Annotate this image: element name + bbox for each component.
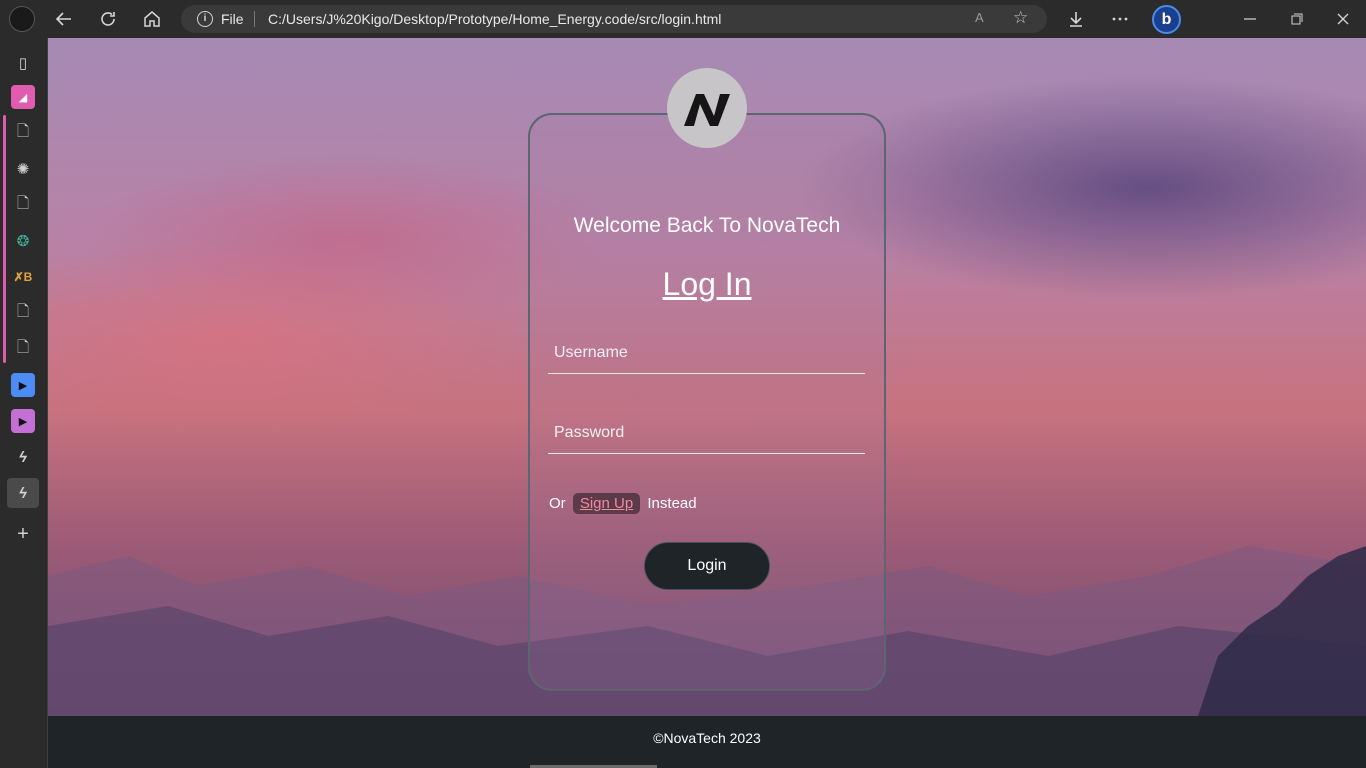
info-icon[interactable]: i xyxy=(197,11,213,27)
page-footer: ©NovaTech 2023 xyxy=(48,716,1366,768)
signup-link[interactable]: Sign Up xyxy=(572,493,641,514)
address-bar[interactable]: i File C:/Users/J%20Kigo/Desktop/Prototy… xyxy=(181,5,1047,33)
tab-brain-icon[interactable]: ✺ xyxy=(11,157,35,181)
tab-actions-icon[interactable]: ▯ xyxy=(11,51,35,75)
login-page: Welcome Back To NovaTech Log In Or Sign … xyxy=(48,38,1366,768)
url-text[interactable]: C:/Users/J%20Kigo/Desktop/Prototype/Home… xyxy=(268,11,721,27)
username-input[interactable] xyxy=(548,332,865,374)
login-button[interactable]: Login xyxy=(644,542,770,590)
tab-chatgpt-icon[interactable]: ❂ xyxy=(11,229,35,253)
signup-prompt: Or Sign Up Instead xyxy=(549,493,697,514)
welcome-heading: Welcome Back To NovaTech xyxy=(573,214,841,237)
tab-novatech-active-icon[interactable]: ϟ xyxy=(7,478,39,508)
novatech-logo xyxy=(667,68,747,148)
browser-toolbar: i File C:/Users/J%20Kigo/Desktop/Prototy… xyxy=(0,0,1366,38)
tab-play-icon[interactable]: ▶ xyxy=(11,373,35,397)
address-divider xyxy=(254,11,255,27)
close-icon[interactable] xyxy=(1329,5,1357,33)
tab-app-icon[interactable]: ✗B xyxy=(11,265,35,289)
password-input[interactable] xyxy=(548,412,865,454)
instead-text: Instead xyxy=(647,495,697,512)
restore-icon[interactable] xyxy=(1283,5,1311,33)
tab-document-icon[interactable]: 🗋 xyxy=(11,121,35,145)
minimize-icon[interactable] xyxy=(1236,5,1264,33)
tab-play-icon[interactable]: ▶ xyxy=(11,409,35,433)
new-tab-plus-icon[interactable]: + xyxy=(11,522,35,546)
read-aloud-icon[interactable]: A xyxy=(975,10,984,25)
downloads-icon[interactable] xyxy=(1062,5,1090,33)
more-options-icon[interactable] xyxy=(1106,5,1134,33)
login-title: Log In xyxy=(662,266,752,302)
tab-document-error-icon[interactable]: 🗋 xyxy=(11,301,35,325)
home-icon[interactable] xyxy=(138,5,166,33)
refresh-icon[interactable] xyxy=(94,5,122,33)
tab-group-icon[interactable]: ◢ xyxy=(11,85,35,109)
vertical-tabs-sidebar: ▯ ◢ 🗋 ✺ 🗋 ❂ ✗B 🗋 🗋 ▶ ▶ ϟ ϟ + xyxy=(0,38,48,768)
tab-group-indicator xyxy=(3,115,6,363)
favorite-star-icon[interactable]: ☆ xyxy=(1013,8,1028,28)
tab-document-icon[interactable]: 🗋 xyxy=(11,193,35,217)
back-icon[interactable] xyxy=(50,5,78,33)
file-label: File xyxy=(221,11,244,27)
novatech-logo-icon xyxy=(684,94,730,126)
profile-avatar[interactable] xyxy=(9,6,35,32)
copilot-icon[interactable]: b xyxy=(1152,5,1181,34)
login-card xyxy=(528,113,886,691)
or-text: Or xyxy=(549,495,566,512)
tab-document-icon[interactable]: 🗋 xyxy=(11,337,35,361)
tab-novatech-icon[interactable]: ϟ xyxy=(11,445,35,469)
